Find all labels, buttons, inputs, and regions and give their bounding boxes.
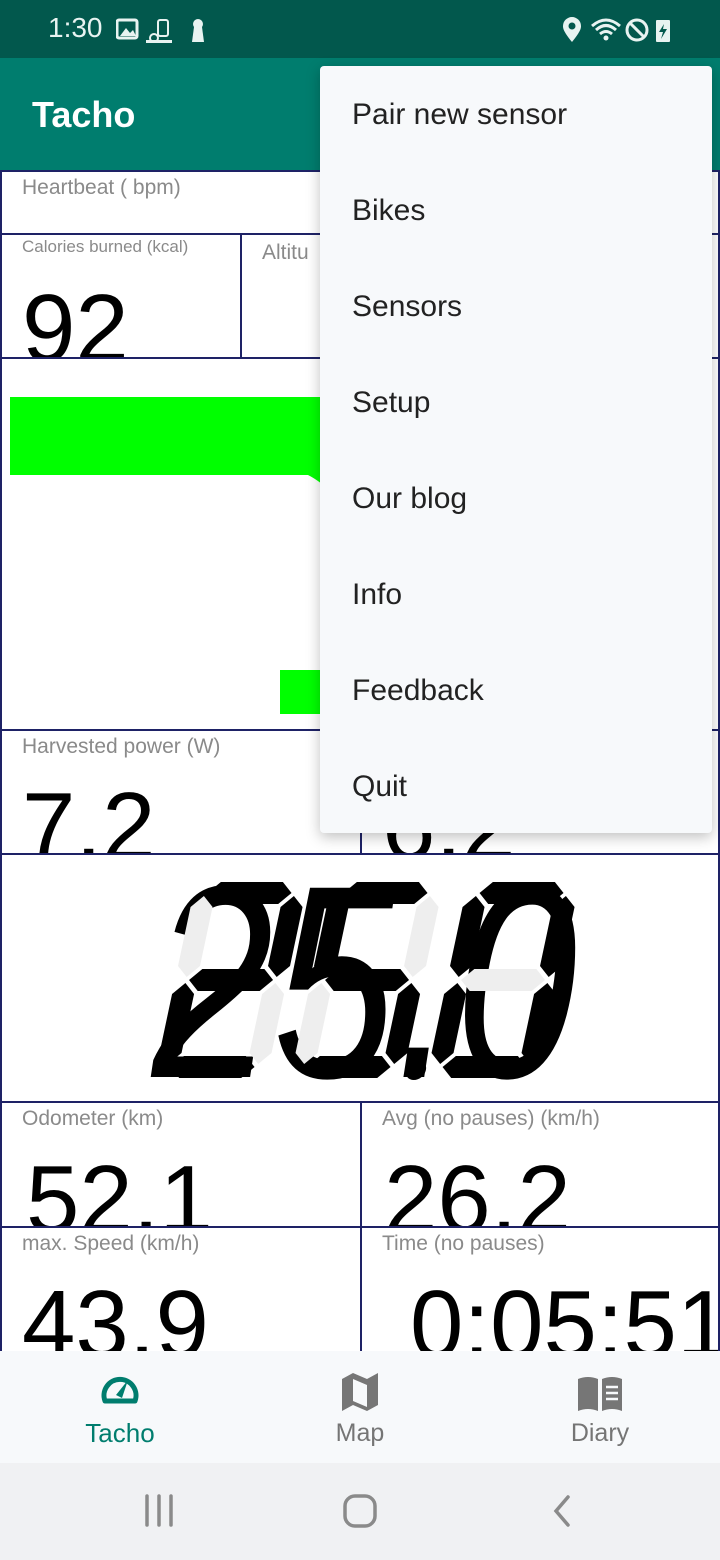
segment-g [189, 969, 274, 991]
harvested-power-label: Harvested power (W) [22, 735, 221, 758]
speedometer-icon [101, 1377, 139, 1404]
status-bar: 1:30 [0, 0, 720, 58]
calories-value: 92 [22, 275, 129, 359]
max-speed-cell: max. Speed (km/h) 43.9 [0, 1226, 362, 1353]
segment-a [479, 882, 564, 904]
menu-item-pair-new-sensor[interactable]: Pair new sensor [352, 67, 712, 163]
status-notification-icons [116, 18, 204, 43]
odometer-value: 52.1 [26, 1146, 213, 1228]
book-icon [578, 1377, 622, 1411]
odometer-label: Odometer (km) [22, 1107, 164, 1130]
speed-cell: 25.0 [0, 853, 720, 1103]
altitude-label: Altitu [262, 241, 309, 264]
status-system-icons [563, 17, 670, 42]
segment-d [170, 1056, 255, 1078]
tab-map[interactable]: Map [240, 1351, 480, 1463]
menu-item-quit[interactable]: Quit [352, 739, 712, 835]
page-title: Tacho [32, 94, 136, 135]
time-label: Time (no pauses) [382, 1232, 545, 1255]
segment-g-off [461, 969, 546, 991]
recent-apps-icon[interactable] [140, 1493, 180, 1529]
overflow-menu: Pair new sensor Bikes Sensors Setup Our … [320, 66, 712, 833]
max-speed-label: max. Speed (km/h) [22, 1232, 200, 1255]
heartbeat-label: Heartbeat ( bpm) [22, 176, 181, 199]
status-time: 1:30 [48, 12, 103, 43]
time-cell: Time (no pauses) 0:05:51 [360, 1226, 720, 1353]
tab-map-label: Map [335, 1419, 385, 1447]
map-icon [342, 1373, 378, 1411]
speed-seven-segment-display: 25.0 [149, 855, 579, 1101]
odometer-cell: Odometer (km) 52.1 [0, 1101, 362, 1228]
back-icon[interactable] [544, 1493, 584, 1529]
harvested-power-cell: Harvested power (W) 7.2 [0, 729, 362, 855]
location-icon [563, 17, 581, 42]
calories-cell: Calories burned (kcal) 92 [0, 233, 242, 359]
tab-tacho[interactable]: Tacho [0, 1351, 240, 1463]
system-navigation-bar [0, 1463, 720, 1560]
menu-item-setup[interactable]: Setup [352, 355, 712, 451]
menu-item-sensors[interactable]: Sensors [352, 259, 712, 355]
segment-d [442, 1056, 527, 1078]
menu-item-feedback[interactable]: Feedback [352, 643, 712, 739]
tab-tacho-label: Tacho [85, 1418, 155, 1448]
calories-label: Calories burned (kcal) [22, 237, 189, 256]
wifi-icon [591, 18, 621, 36]
harvested-power-value: 7.2 [22, 773, 156, 855]
tab-diary-label: Diary [570, 1419, 630, 1447]
menu-item-our-blog[interactable]: Our blog [352, 451, 712, 547]
avg-speed-cell: Avg (no pauses) (km/h) 26.2 [360, 1101, 720, 1228]
menu-item-bikes[interactable]: Bikes [352, 163, 712, 259]
avg-speed-value: 26.2 [384, 1146, 571, 1228]
home-icon[interactable] [340, 1493, 380, 1529]
segment-g [325, 969, 410, 991]
bike-sensor-icon [157, 19, 169, 37]
power-bar-top [10, 397, 332, 493]
segment-d [306, 1056, 391, 1078]
avg-speed-label: Avg (no pauses) (km/h) [382, 1107, 600, 1130]
segment-a [207, 882, 292, 904]
max-speed-value: 43.9 [22, 1271, 209, 1353]
tab-diary[interactable]: Diary [480, 1351, 720, 1463]
segment-a [343, 882, 428, 904]
time-value: 0:05:51 [410, 1271, 720, 1353]
bottom-navigation: Tacho Map Diary [0, 1351, 720, 1463]
menu-item-info[interactable]: Info [352, 547, 712, 643]
